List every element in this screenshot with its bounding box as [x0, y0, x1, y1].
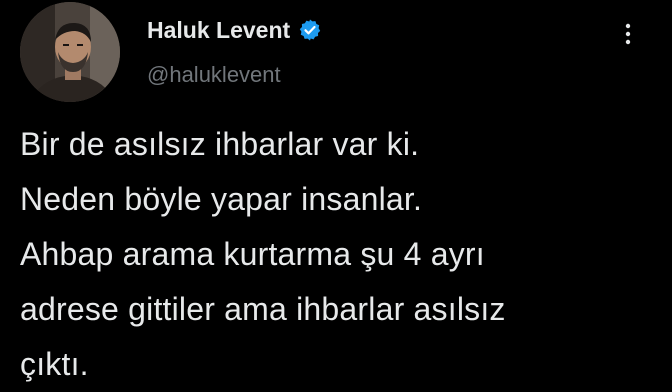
tweet-text-line: adrese gittiler ama ihbarlar asılsız [20, 291, 506, 327]
tweet-text-line: çıktı. [20, 346, 89, 382]
avatar-photo-icon [20, 2, 120, 102]
author-handle[interactable]: @haluklevent [147, 61, 281, 89]
tweet-text-line: Neden böyle yapar insanlar. [20, 181, 423, 217]
author-name-row: Haluk Levent [147, 16, 322, 44]
more-options-button[interactable] [612, 18, 644, 50]
tweet-text: Bir de asılsız ihbarlar var ki. Neden bö… [20, 117, 665, 392]
tweet-text-line: Ahbap arama kurtarma şu 4 ayrı [20, 236, 485, 272]
tweet-card: Haluk Levent @haluklevent Bir de asılsız… [0, 0, 672, 382]
verified-badge-icon [298, 18, 322, 42]
author-avatar[interactable] [20, 2, 120, 102]
tweet-text-line: Bir de asılsız ihbarlar var ki. [20, 126, 420, 162]
author-display-name[interactable]: Haluk Levent [147, 16, 290, 44]
more-options-icon [625, 23, 631, 45]
